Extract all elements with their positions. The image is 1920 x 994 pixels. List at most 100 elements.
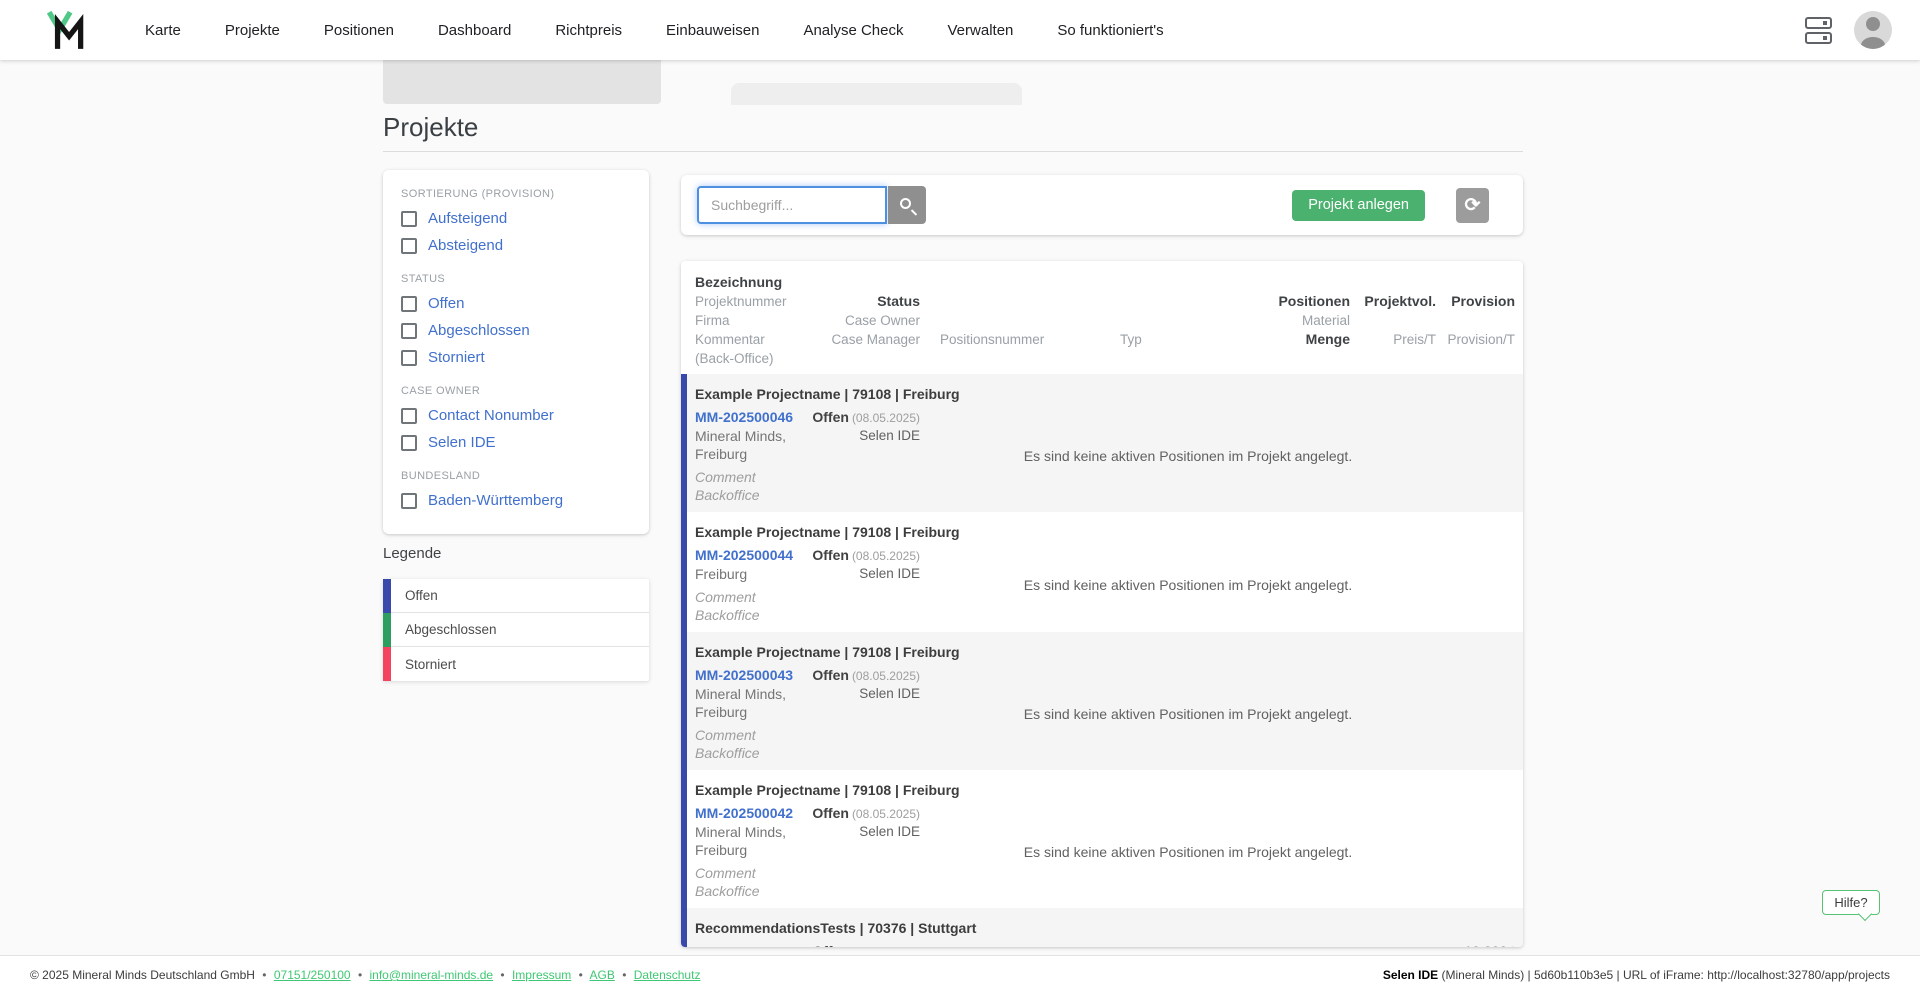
nav-item-einbauweisen[interactable]: Einbauweisen	[666, 22, 759, 39]
footer-link-agb[interactable]: AGB	[590, 968, 615, 982]
nav-item-projekte[interactable]: Projekte	[225, 22, 280, 39]
loading-placeholder-right	[731, 83, 1022, 105]
filter-section-label: BUNDESLAND	[401, 470, 631, 482]
legend-color-abgeschlossen	[383, 613, 391, 647]
help-button[interactable]: Hilfe?	[1822, 890, 1880, 915]
nav-item-so-funktionierts[interactable]: So funktioniert's	[1057, 22, 1163, 39]
nav-item-positionen[interactable]: Positionen	[324, 22, 394, 39]
legend-item-abgeschlossen: Abgeschlossen	[383, 613, 649, 647]
checkbox[interactable]	[401, 350, 417, 366]
refresh-button[interactable]: ⟳	[1456, 188, 1489, 223]
checkbox[interactable]	[401, 323, 417, 339]
footer-right: Selen IDE (Mineral Minds) | 5d60b110b3e5…	[1383, 968, 1890, 982]
header-status: Status Case Owner Case Manager	[825, 273, 920, 368]
top-nav: Karte Projekte Positionen Dashboard Rich…	[0, 0, 1920, 60]
page-title: Projekte	[383, 112, 478, 143]
header-positionen: Positionen Material Menge	[1240, 273, 1350, 368]
create-project-button[interactable]: Projekt anlegen	[1292, 190, 1425, 221]
project-row[interactable]: Example Projectname | 79108 | Freiburg M…	[681, 770, 1523, 908]
filter-section-case-owner: CASE OWNER Contact Nonumber Selen IDE	[401, 385, 631, 456]
filter-section-label: CASE OWNER	[401, 385, 631, 397]
checkbox[interactable]	[401, 296, 417, 312]
user-avatar-icon[interactable]	[1854, 11, 1892, 49]
header-bezeichnung: Bezeichnung Projektnummer Firma Kommenta…	[695, 273, 805, 368]
case-owner: Selen IDE	[695, 427, 920, 445]
legend-item-storniert: Storniert	[383, 647, 649, 681]
footer-link-email[interactable]: info@mineral-minds.de	[369, 968, 493, 982]
nav-item-verwalten[interactable]: Verwalten	[948, 22, 1014, 39]
footer-session-info: (Mineral Minds) | 5d60b110b3e5 | URL of …	[1438, 968, 1890, 982]
footer-separator: •	[579, 968, 583, 982]
checkbox[interactable]	[401, 211, 417, 227]
filter-option-abgeschlossen[interactable]: Abgeschlossen	[401, 317, 631, 344]
status-label: Offen	[812, 547, 849, 563]
project-status-cell: Offen(08.05.2025) Selen IDE	[695, 804, 920, 841]
project-status-cell: Offen(08.05.2025)	[695, 942, 920, 947]
filter-option-storniert[interactable]: Storniert	[401, 344, 631, 371]
checkbox[interactable]	[401, 408, 417, 424]
mm-logo-icon[interactable]	[45, 9, 89, 51]
checkbox[interactable]	[401, 238, 417, 254]
footer-link-datenschutz[interactable]: Datenschutz	[634, 968, 701, 982]
project-comment: Comment	[695, 588, 805, 606]
project-comment: Comment	[695, 468, 805, 486]
legend-panel: Offen Abgeschlossen Storniert	[383, 579, 649, 681]
header-provision: Provision Provision/T	[1440, 273, 1515, 368]
footer-separator: •	[262, 968, 266, 982]
table-header: Bezeichnung Projektnummer Firma Kommenta…	[681, 261, 1523, 374]
search-icon	[900, 198, 911, 209]
footer-link-phone[interactable]: 07151/250100	[274, 968, 351, 982]
empty-positions-message: Es sind keine aktiven Positionen im Proj…	[940, 447, 1436, 465]
filter-section-status: STATUS Offen Abgeschlossen Storniert	[401, 273, 631, 371]
filter-option-contact-nonumber[interactable]: Contact Nonumber	[401, 402, 631, 429]
nav-menu: Karte Projekte Positionen Dashboard Rich…	[145, 22, 1164, 39]
nav-item-analyse-check[interactable]: Analyse Check	[803, 22, 903, 39]
search-button[interactable]	[888, 186, 926, 224]
status-label: Offen	[812, 409, 849, 425]
card-stack-icon[interactable]	[1805, 17, 1832, 44]
project-row-title: Example Projectname | 79108 | Freiburg	[695, 522, 1515, 542]
project-row[interactable]: Example Projectname | 79108 | Freiburg M…	[681, 632, 1523, 770]
nav-item-richtpreis[interactable]: Richtpreis	[555, 22, 622, 39]
empty-positions-message: Es sind keine aktiven Positionen im Proj…	[940, 705, 1436, 723]
status-label: Offen	[812, 943, 849, 947]
project-status-cell: Offen(08.05.2025) Selen IDE	[695, 546, 920, 583]
status-label: Offen	[812, 805, 849, 821]
case-owner: Selen IDE	[695, 565, 920, 583]
project-row[interactable]: Example Projectname | 79108 | Freiburg M…	[681, 374, 1523, 512]
footer-user: Selen IDE	[1383, 968, 1438, 982]
case-owner: Selen IDE	[695, 685, 920, 703]
status-date: (08.05.2025)	[852, 411, 920, 425]
project-row-title: Example Projectname | 79108 | Freiburg	[695, 780, 1515, 800]
filter-option-selen-ide[interactable]: Selen IDE	[401, 429, 631, 456]
project-menge-value: 10.000 t	[1440, 942, 1515, 947]
project-row-partial[interactable]: RecommendationsTests | 70376 | Stuttgart…	[681, 908, 1523, 947]
status-date: (08.05.2025)	[852, 807, 920, 821]
nav-item-karte[interactable]: Karte	[145, 22, 181, 39]
project-status-cell: Offen(08.05.2025) Selen IDE	[695, 408, 920, 445]
refresh-icon: ⟳	[1465, 196, 1481, 215]
filter-section-label: STATUS	[401, 273, 631, 285]
nav-item-dashboard[interactable]: Dashboard	[438, 22, 511, 39]
filter-panel: SORTIERUNG (PROVISION) Aufsteigend Abste…	[383, 170, 649, 534]
project-status-cell: Offen(08.05.2025) Selen IDE	[695, 666, 920, 703]
search-input[interactable]	[697, 186, 887, 224]
status-label: Offen	[812, 667, 849, 683]
checkbox[interactable]	[401, 493, 417, 509]
header-projektvol: Projektvol. Preis/T	[1361, 273, 1436, 368]
filter-section-sortierung: SORTIERUNG (PROVISION) Aufsteigend Abste…	[401, 188, 631, 259]
empty-positions-message: Es sind keine aktiven Positionen im Proj…	[940, 576, 1436, 594]
checkbox[interactable]	[401, 435, 417, 451]
filter-option-aufsteigend[interactable]: Aufsteigend	[401, 205, 631, 232]
project-row[interactable]: Example Projectname | 79108 | Freiburg M…	[681, 512, 1523, 632]
footer-separator: •	[358, 968, 362, 982]
filter-option-offen[interactable]: Offen	[401, 290, 631, 317]
filter-option-baden-wuerttemberg[interactable]: Baden-Württemberg	[401, 487, 631, 514]
projects-table: Bezeichnung Projektnummer Firma Kommenta…	[681, 261, 1523, 947]
filter-option-absteigend[interactable]: Absteigend	[401, 232, 631, 259]
project-comment: Comment	[695, 864, 805, 882]
status-date: (08.05.2025)	[852, 669, 920, 683]
project-backoffice: Backoffice	[695, 744, 805, 762]
footer-link-impressum[interactable]: Impressum	[512, 968, 571, 982]
legend-title: Legende	[383, 545, 441, 562]
